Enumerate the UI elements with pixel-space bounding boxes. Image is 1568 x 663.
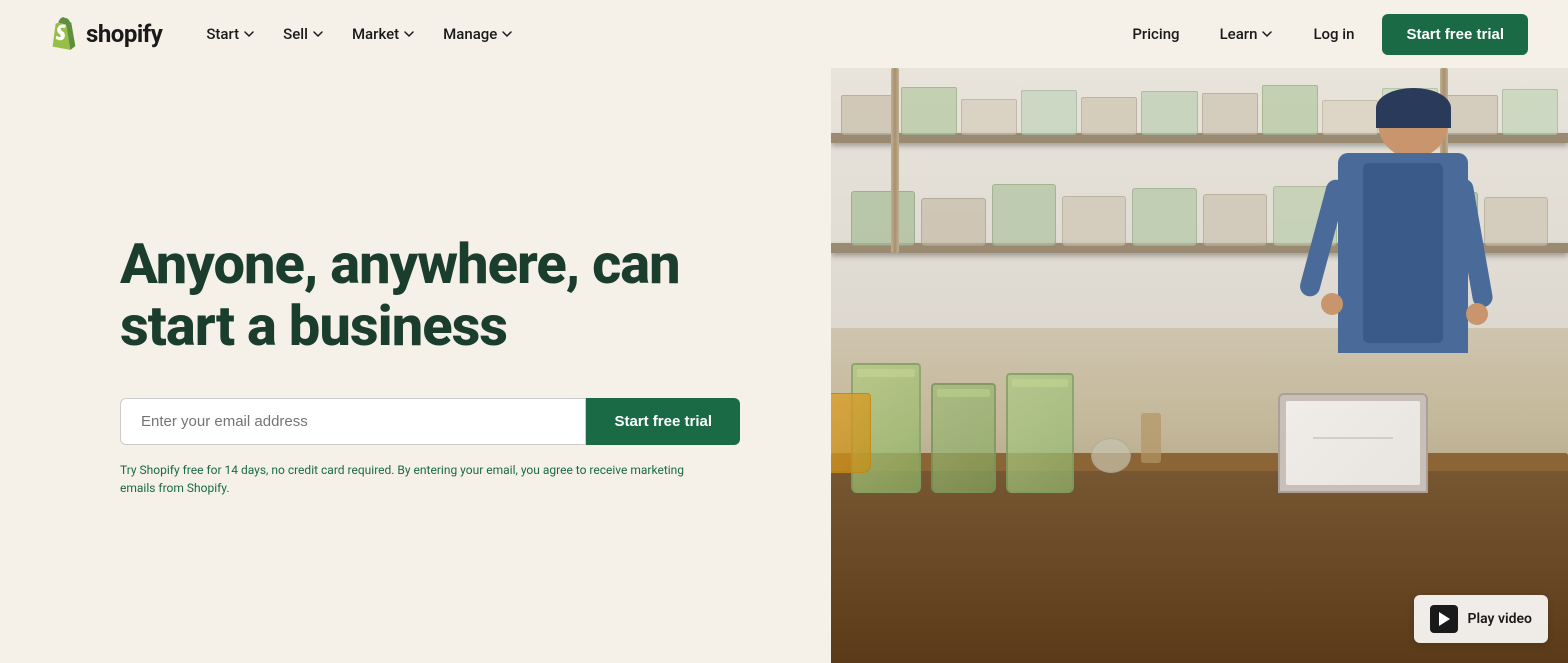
main-content: Anyone, anywhere, can start a business S…: [0, 68, 1568, 663]
bowl: [1091, 438, 1131, 473]
jar: [1202, 93, 1258, 135]
jar: [1203, 194, 1267, 246]
nav-start-trial-button[interactable]: Start free trial: [1382, 14, 1528, 55]
logo-text: shopify: [86, 20, 162, 48]
logo-link[interactable]: shopify: [40, 15, 162, 53]
large-jar-3: [1006, 373, 1074, 493]
jar: [901, 87, 957, 135]
nav-item-market[interactable]: Market: [340, 17, 427, 51]
play-icon: [1430, 605, 1458, 633]
hero-section: Anyone, anywhere, can start a business S…: [0, 68, 831, 663]
hero-image-section: Play video: [831, 68, 1568, 663]
chevron-down-icon: [403, 28, 415, 40]
start-trial-button[interactable]: Start free trial: [586, 398, 740, 445]
nav-item-sell[interactable]: Sell: [271, 17, 336, 51]
jar: [1502, 89, 1558, 135]
hero-title: Anyone, anywhere, can start a business: [120, 234, 771, 357]
large-jar-2: [931, 383, 996, 493]
laptop-screen-content: [1286, 401, 1420, 485]
chevron-down-icon: [501, 28, 513, 40]
nav-login-link[interactable]: Log in: [1301, 17, 1366, 51]
jar-lid: [1012, 379, 1068, 387]
nav-item-manage[interactable]: Manage: [431, 17, 525, 51]
bottle: [1141, 413, 1161, 463]
play-video-button[interactable]: Play video: [1414, 595, 1548, 643]
jar: [961, 99, 1017, 135]
nav-pricing-link[interactable]: Pricing: [1120, 17, 1191, 51]
hand-left: [1321, 293, 1343, 315]
screen-line: [1313, 437, 1393, 439]
jar: [841, 95, 897, 135]
jar: [1484, 197, 1548, 246]
nav-links: Start Sell Market Manage: [194, 17, 1120, 51]
email-input[interactable]: [120, 398, 586, 445]
shelf-bracket: [891, 68, 899, 253]
email-form: Start free trial: [120, 398, 740, 445]
chevron-down-icon: [312, 28, 324, 40]
jar: [1141, 91, 1197, 135]
jar-lid: [857, 369, 915, 377]
laptop-screen: [1286, 401, 1420, 485]
jar: [851, 191, 915, 246]
laptop: [1278, 393, 1428, 493]
jar: [921, 198, 985, 246]
shopify-logo-icon: [40, 15, 78, 53]
person-apron: [1363, 163, 1443, 343]
jar: [992, 184, 1056, 246]
jar: [1021, 90, 1077, 135]
jar: [1062, 196, 1126, 246]
hand-right: [1466, 303, 1488, 325]
nav-right: Pricing Learn Log in Start free trial: [1120, 14, 1528, 55]
shop-scene: Play video: [831, 68, 1568, 663]
orange-jar: [831, 393, 871, 473]
fine-print-text: Try Shopify free for 14 days, no credit …: [120, 461, 700, 497]
chevron-down-icon: [243, 28, 255, 40]
chevron-down-icon: [1261, 28, 1273, 40]
person-hair: [1376, 88, 1451, 128]
navbar: shopify Start Sell Market Manage: [0, 0, 1568, 68]
play-triangle: [1439, 612, 1450, 626]
jar: [1132, 188, 1196, 246]
nav-learn-link[interactable]: Learn: [1208, 17, 1286, 51]
jar: [1081, 97, 1137, 135]
jar-lid: [937, 389, 990, 397]
nav-item-start[interactable]: Start: [194, 17, 267, 51]
